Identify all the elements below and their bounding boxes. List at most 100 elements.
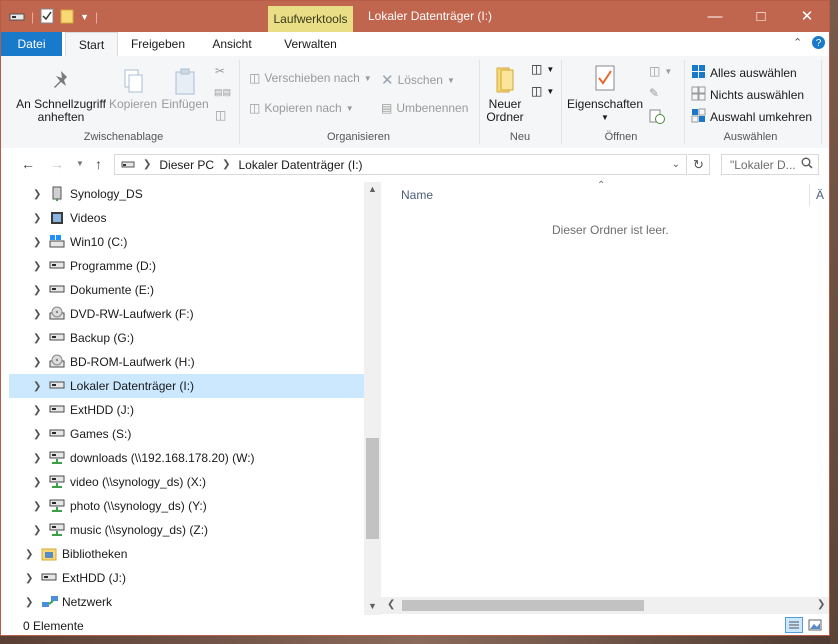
- edit-icon[interactable]: ✎: [649, 86, 659, 100]
- scroll-left-arrow-icon[interactable]: ❮: [387, 599, 395, 610]
- search-input[interactable]: "Lokaler D...: [721, 154, 819, 175]
- forward-arrow-icon[interactable]: →: [50, 156, 64, 172]
- delete-button[interactable]: ✕ Löschen ▼: [381, 71, 455, 89]
- tree-item[interactable]: ❯ Lokaler Datenträger (I:): [9, 374, 364, 398]
- chevron-right-icon[interactable]: ❯: [25, 549, 33, 560]
- tab-ansicht[interactable]: Ansicht: [201, 32, 263, 56]
- tab-start[interactable]: Start: [65, 32, 118, 57]
- copy-button[interactable]: Kopieren: [108, 68, 158, 111]
- rename-button[interactable]: ▤ Umbenennen: [381, 101, 468, 115]
- horizontal-scrollbar[interactable]: ❮ ❯: [381, 597, 829, 614]
- address-dropdown-chevron-icon[interactable]: ⌄: [672, 159, 680, 170]
- tree-item[interactable]: ❯ music (\\synology_ds) (Z:): [9, 518, 364, 542]
- large-icons-view-icon[interactable]: [807, 618, 823, 635]
- easy-access-icon[interactable]: ◫ ▼: [531, 84, 554, 98]
- column-divider[interactable]: [809, 184, 810, 206]
- refresh-icon[interactable]: ↻: [688, 154, 710, 175]
- address-bar[interactable]: ❯ Dieser PC ❯ Lokaler Datenträger (I:) ⌄: [114, 154, 687, 175]
- cut-icon[interactable]: ✂: [215, 64, 225, 78]
- scroll-right-arrow-icon[interactable]: ❯: [817, 599, 825, 610]
- breadcrumb-root[interactable]: Dieser PC: [159, 158, 214, 172]
- pin-quick-access-button[interactable]: An Schnellzugriff anheften: [13, 68, 109, 124]
- chevron-right-icon[interactable]: ❯: [33, 501, 41, 512]
- separator: |: [31, 10, 35, 24]
- tree-scrollbar[interactable]: ▲ ▼: [364, 182, 381, 615]
- chevron-right-icon[interactable]: ❯: [33, 381, 41, 392]
- close-button[interactable]: ✕: [784, 1, 829, 32]
- history-icon[interactable]: [649, 108, 665, 124]
- column-header-changed[interactable]: Ä: [816, 188, 824, 202]
- move-to-button[interactable]: ◫ Verschieben nach ▼: [249, 71, 372, 85]
- chevron-right-icon[interactable]: ❯: [222, 159, 230, 170]
- chevron-right-icon[interactable]: ❯: [33, 237, 41, 248]
- chevron-right-icon[interactable]: ❯: [33, 285, 41, 296]
- copy-path-icon[interactable]: ▤▤: [214, 87, 231, 98]
- horizontal-scroll-thumb[interactable]: [402, 600, 644, 611]
- properties-icon[interactable]: [40, 8, 54, 27]
- copy-to-button[interactable]: ◫ Kopieren nach ▼: [249, 101, 354, 115]
- select-all-button[interactable]: Alles auswählen: [691, 64, 797, 82]
- chevron-right-icon[interactable]: ❯: [143, 159, 151, 170]
- chevron-right-icon[interactable]: ❯: [33, 453, 41, 464]
- new-folder-button[interactable]: Neuer Ordner: [483, 64, 527, 124]
- chevron-right-icon[interactable]: ❯: [33, 429, 41, 440]
- tree-item[interactable]: ❯ ExtHDD (J:): [9, 398, 364, 422]
- tab-datei[interactable]: Datei: [1, 32, 62, 56]
- chevron-right-icon[interactable]: ❯: [25, 573, 33, 584]
- breadcrumb-current[interactable]: Lokaler Datenträger (I:): [238, 158, 362, 172]
- scroll-down-arrow-icon[interactable]: ▼: [368, 601, 377, 611]
- chevron-right-icon[interactable]: ❯: [33, 309, 41, 320]
- chevron-right-icon[interactable]: ❯: [33, 261, 41, 272]
- tree-item[interactable]: ❯ Bibliotheken: [9, 542, 364, 566]
- chevron-right-icon[interactable]: ❯: [33, 213, 41, 224]
- tree-item[interactable]: ❯ Dokumente (E:): [9, 278, 364, 302]
- tree-item[interactable]: ❯ DVD-RW-Laufwerk (F:): [9, 302, 364, 326]
- customize-qat-icon[interactable]: ▼: [80, 12, 89, 22]
- chevron-right-icon[interactable]: ❯: [25, 597, 33, 608]
- up-arrow-icon[interactable]: ↑: [95, 156, 102, 172]
- file-list-pane[interactable]: ⌃ Name Ä Dieser Ordner ist leer. ❮ ❯: [381, 180, 829, 615]
- tree-item[interactable]: ❯ Netzwerk: [9, 590, 364, 614]
- tree-item[interactable]: ❯ Programme (D:): [9, 254, 364, 278]
- column-header-name[interactable]: Name: [401, 188, 433, 202]
- tree-item[interactable]: ❯ photo (\\synology_ds) (Y:): [9, 494, 364, 518]
- chevron-right-icon[interactable]: ❯: [33, 189, 41, 200]
- new-folder-icon[interactable]: [60, 8, 74, 27]
- tree-item[interactable]: ❯ Videos: [9, 206, 364, 230]
- back-arrow-icon[interactable]: ←: [21, 156, 35, 172]
- tree-item[interactable]: ❯ Win10 (C:): [9, 230, 364, 254]
- paste-button[interactable]: Einfügen: [159, 68, 211, 111]
- details-view-icon[interactable]: [785, 617, 803, 633]
- select-all-icon: [691, 64, 706, 82]
- tree-item[interactable]: ❯ Synology_DS: [9, 182, 364, 206]
- help-icon[interactable]: ?: [811, 35, 826, 53]
- chevron-right-icon[interactable]: ❯: [33, 405, 41, 416]
- tab-freigeben[interactable]: Freigeben: [123, 32, 193, 56]
- tree-item[interactable]: ❯ downloads (\\192.168.178.20) (W:): [9, 446, 364, 470]
- select-none-button[interactable]: Nichts auswählen: [691, 86, 804, 104]
- drive-icon[interactable]: [9, 10, 25, 25]
- tree-item[interactable]: ❯ ExtHDD (J:): [9, 566, 364, 590]
- tree-item[interactable]: ❯ Backup (G:): [9, 326, 364, 350]
- tree-item[interactable]: ❯ video (\\synology_ds) (X:): [9, 470, 364, 494]
- chevron-right-icon[interactable]: ❯: [33, 333, 41, 344]
- separator: |: [95, 10, 99, 24]
- tree-item[interactable]: ❯ BD-ROM-Laufwerk (H:): [9, 350, 364, 374]
- open-icon[interactable]: ◫ ▼: [649, 64, 672, 78]
- invert-selection-button[interactable]: Auswahl umkehren: [691, 108, 812, 126]
- minimize-button[interactable]: —: [692, 1, 738, 32]
- context-tab-drive-tools[interactable]: Laufwerktools: [268, 6, 353, 32]
- chevron-right-icon[interactable]: ❯: [33, 477, 41, 488]
- tree-item[interactable]: ❯ Games (S:): [9, 422, 364, 446]
- properties-button[interactable]: Eigenschaften ▼: [565, 64, 645, 124]
- paste-shortcut-icon[interactable]: ◫: [215, 108, 226, 122]
- new-item-icon[interactable]: ◫ ▼: [531, 62, 554, 76]
- tree-scroll-thumb[interactable]: [366, 438, 379, 539]
- maximize-button[interactable]: □: [738, 1, 784, 32]
- scroll-up-arrow-icon[interactable]: ▲: [368, 184, 377, 194]
- recent-locations-chevron-icon[interactable]: ▼: [76, 159, 84, 168]
- chevron-right-icon[interactable]: ❯: [33, 525, 41, 536]
- collapse-ribbon-icon[interactable]: ⌃: [793, 36, 802, 49]
- chevron-right-icon[interactable]: ❯: [33, 357, 41, 368]
- tab-verwalten[interactable]: Verwalten: [268, 32, 353, 56]
